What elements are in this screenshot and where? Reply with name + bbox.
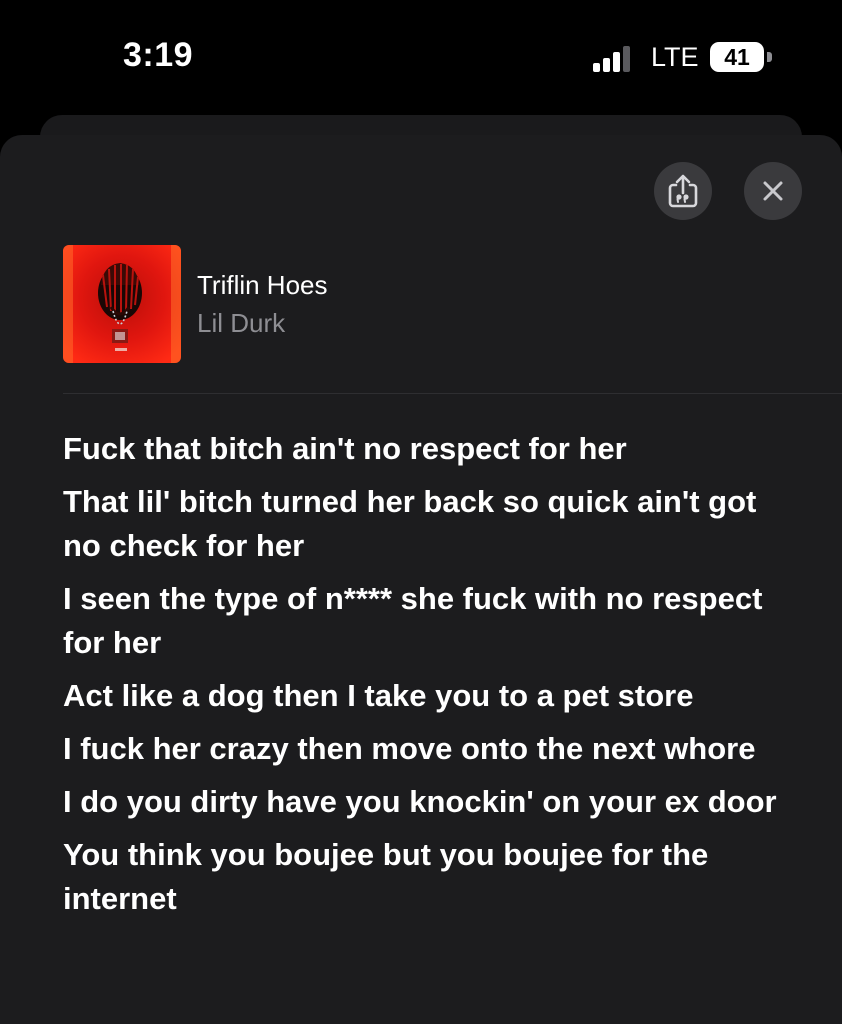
lyric-line[interactable]: I seen the type of n**** she fuck with n… — [63, 577, 783, 665]
battery-icon: 41 — [710, 42, 764, 72]
close-button[interactable] — [744, 162, 802, 220]
track-artist[interactable]: Lil Durk — [197, 308, 285, 339]
share-lyrics-button[interactable] — [654, 162, 712, 220]
track-title: Triflin Hoes — [197, 270, 328, 300]
lyrics-share-icon — [668, 174, 698, 208]
divider — [63, 393, 842, 394]
cellular-signal-icon — [593, 46, 633, 72]
lyric-line[interactable]: Act like a dog then I take you to a pet … — [63, 674, 783, 718]
lyrics-list: Fuck that bitch ain't no respect for her… — [63, 427, 783, 930]
album-artwork — [63, 245, 181, 363]
network-type: LTE — [651, 42, 699, 72]
lyric-line[interactable]: Fuck that bitch ain't no respect for her — [63, 427, 783, 471]
close-icon — [763, 181, 783, 201]
lyric-line[interactable]: That lil' bitch turned her back so quick… — [63, 480, 783, 568]
status-time: 3:19 — [123, 36, 194, 74]
lyric-line[interactable]: I do you dirty have you knockin' on your… — [63, 780, 783, 824]
battery-level: 41 — [724, 44, 750, 70]
lyric-line[interactable]: I fuck her crazy then move onto the next… — [63, 727, 783, 771]
lyrics-screen: 3:19 LTE 41 Triflin Hoes Lil Durk Fuck t… — [0, 0, 842, 1024]
battery-tip — [767, 52, 772, 62]
lyric-line[interactable]: You think you boujee but you boujee for … — [63, 833, 783, 921]
